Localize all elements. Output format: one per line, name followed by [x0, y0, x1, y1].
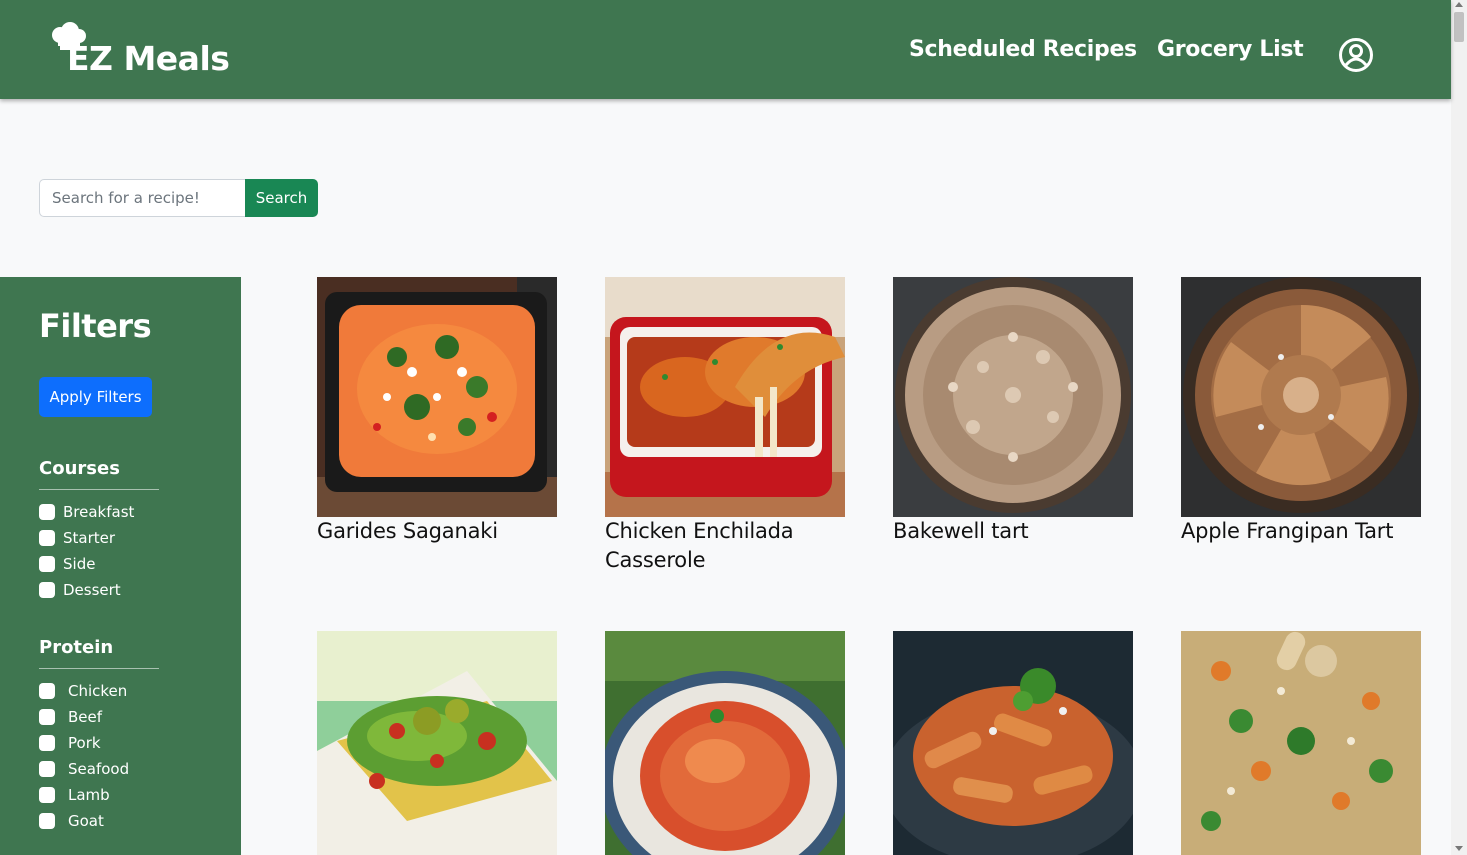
- checkbox[interactable]: [39, 504, 55, 520]
- filter-group-title-courses: Courses: [39, 458, 120, 479]
- brand-logo[interactable]: EZ Meals: [50, 22, 230, 82]
- checkbox[interactable]: [39, 530, 55, 546]
- recipe-title[interactable]: Chicken Enchilada Casserole: [605, 517, 845, 575]
- page-scrollbar[interactable]: [1451, 0, 1467, 855]
- filter-option-label: Goat: [68, 812, 104, 830]
- recipe-image[interactable]: [1181, 631, 1421, 855]
- filter-option-pork[interactable]: Pork: [39, 733, 101, 753]
- recipe-image[interactable]: [893, 277, 1133, 517]
- checkbox[interactable]: [39, 582, 55, 598]
- filters-title: Filters: [39, 307, 152, 345]
- filter-option-label: Dessert: [63, 581, 121, 599]
- filter-option-lamb[interactable]: Lamb: [39, 785, 110, 805]
- divider: [39, 489, 159, 490]
- scroll-up-arrow-icon[interactable]: [1455, 2, 1463, 7]
- filter-option-chicken[interactable]: Chicken: [39, 681, 127, 701]
- filter-option-starter[interactable]: Starter: [39, 528, 115, 548]
- filters-sidebar: Filters Apply Filters Courses Breakfast …: [0, 277, 241, 855]
- filter-option-dessert[interactable]: Dessert: [39, 580, 121, 600]
- filter-option-label: Lamb: [68, 786, 110, 804]
- divider: [39, 668, 159, 669]
- checkbox[interactable]: [39, 761, 55, 777]
- recipe-search-input[interactable]: [39, 179, 245, 217]
- filter-option-label: Breakfast: [63, 503, 135, 521]
- recipe-image[interactable]: [1181, 277, 1421, 517]
- recipe-title[interactable]: Garides Saganaki: [317, 517, 557, 546]
- recipe-image[interactable]: [893, 631, 1133, 855]
- navbar: EZ Meals Scheduled Recipes Grocery List: [0, 0, 1451, 99]
- search-button[interactable]: Search: [245, 179, 318, 217]
- filter-option-label: Beef: [68, 708, 103, 726]
- checkbox[interactable]: [39, 709, 55, 725]
- filter-option-side[interactable]: Side: [39, 554, 95, 574]
- checkbox[interactable]: [39, 735, 55, 751]
- recipe-image[interactable]: [605, 631, 845, 855]
- checkbox[interactable]: [39, 683, 55, 699]
- user-circle-icon[interactable]: [1338, 37, 1374, 73]
- scroll-thumb[interactable]: [1454, 12, 1464, 42]
- recipe-title[interactable]: Bakewell tart: [893, 517, 1133, 546]
- filter-option-label: Starter: [63, 529, 116, 547]
- recipe-title[interactable]: Apple Frangipan Tart: [1181, 517, 1421, 546]
- recipe-image[interactable]: [317, 277, 557, 517]
- filter-option-label: Chicken: [68, 682, 128, 700]
- filter-option-goat[interactable]: Goat: [39, 811, 104, 831]
- filter-option-label: Side: [63, 555, 96, 573]
- checkbox[interactable]: [39, 813, 55, 829]
- apply-filters-button[interactable]: Apply Filters: [39, 377, 152, 417]
- scroll-down-arrow-icon[interactable]: [1455, 846, 1463, 851]
- filter-option-seafood[interactable]: Seafood: [39, 759, 129, 779]
- filter-option-beef[interactable]: Beef: [39, 707, 102, 727]
- filter-option-breakfast[interactable]: Breakfast: [39, 502, 134, 522]
- filter-option-label: Seafood: [68, 760, 130, 778]
- filter-group-title-protein: Protein: [39, 637, 114, 658]
- nav-scheduled-recipes[interactable]: Scheduled Recipes: [909, 37, 1137, 62]
- recipe-image[interactable]: [605, 277, 845, 517]
- recipe-image[interactable]: [317, 631, 557, 855]
- nav-grocery-list[interactable]: Grocery List: [1157, 37, 1304, 62]
- filter-option-label: Pork: [68, 734, 101, 752]
- checkbox[interactable]: [39, 787, 55, 803]
- checkbox[interactable]: [39, 556, 55, 572]
- brand-name: EZ Meals: [67, 39, 230, 78]
